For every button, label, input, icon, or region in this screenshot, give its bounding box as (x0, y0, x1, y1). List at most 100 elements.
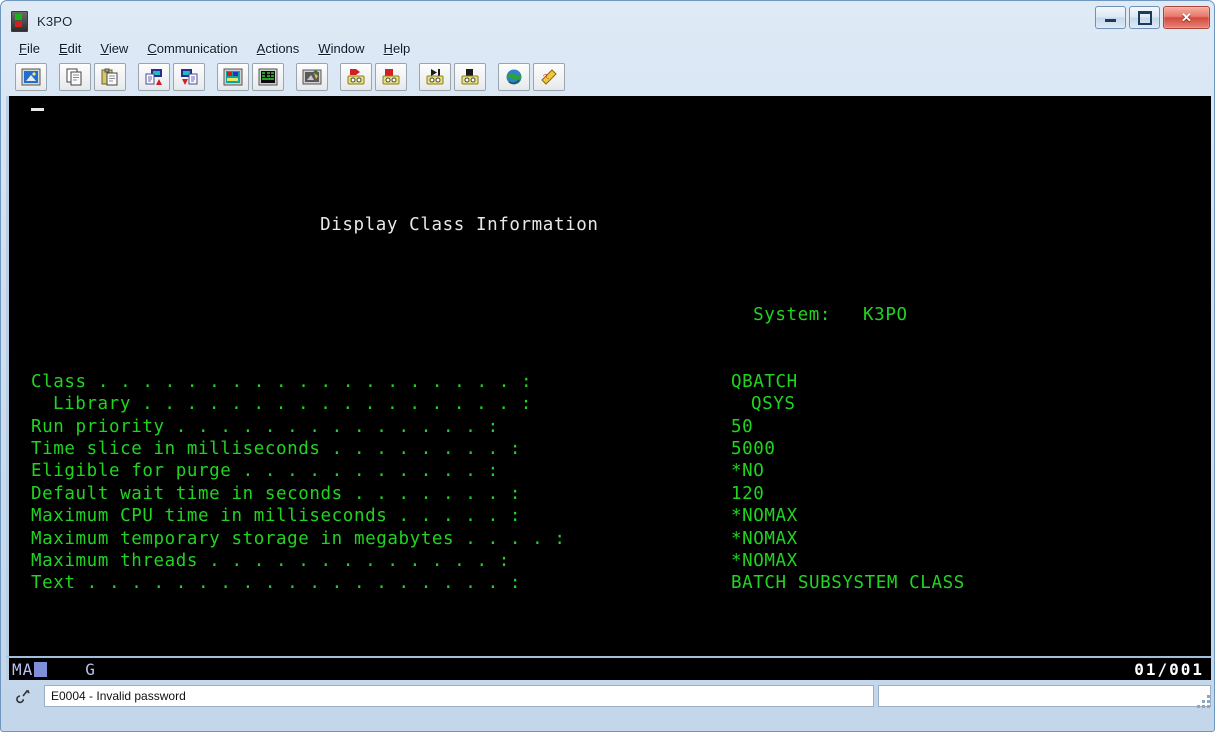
menu-bar: File Edit View Communication Actions Win… (6, 36, 1211, 60)
page-title: Display Class Information (320, 215, 599, 236)
window-title: K3PO (37, 13, 73, 29)
field-leader: . . . . : (454, 528, 566, 549)
toolbar-group-filetransfer (138, 63, 205, 91)
toolbar: ? (6, 60, 1211, 94)
copy-icon (66, 68, 82, 86)
field-leader: . . . . . . . . . . . . . . . . . . . : (75, 573, 521, 594)
field-leader: . . . . . . . . : (320, 439, 521, 460)
system-row: System: K3PO (9, 281, 1211, 325)
class-info-row: Eligible for purge . . . . . . . . . . .… (9, 460, 1211, 482)
oia-mode-indicator: MA (12, 659, 34, 679)
field-value: 120 (731, 483, 765, 504)
close-button[interactable]: ✕ (1163, 6, 1210, 29)
field-value: *NO (731, 461, 765, 482)
cursor-position-indicator: 01/001 (1134, 659, 1204, 679)
send-file-icon-button[interactable] (138, 63, 170, 91)
field-leader: . . . . . . . . . . . . . . . . . : (130, 394, 532, 415)
operator-information-area: MA G 01/001 (6, 656, 1211, 680)
toolbar-group-record (340, 63, 407, 91)
status-extra-field (878, 685, 1211, 707)
field-value: *NOMAX (731, 528, 798, 549)
field-value: QSYS (751, 394, 796, 415)
maximize-button[interactable] (1129, 6, 1160, 29)
field-value: 5000 (731, 439, 776, 460)
field-label: Maximum temporary storage in megabytes (31, 528, 455, 549)
field-label: Text (31, 573, 76, 594)
field-label: Maximum threads (31, 550, 199, 571)
keyboard-setup-icon (258, 68, 278, 86)
status-bar: E0004 - Invalid password (6, 683, 1211, 709)
paste-icon-button[interactable] (94, 63, 126, 91)
globe-icon-button[interactable] (498, 63, 530, 91)
stop-macro-icon (461, 69, 479, 85)
resize-grip[interactable] (1196, 694, 1210, 708)
terminal-session-icon (11, 10, 28, 32)
receive-file-icon-button[interactable] (173, 63, 205, 91)
menu-item-actions[interactable]: Actions (257, 41, 300, 56)
field-label: Library (53, 394, 131, 415)
print-screen-icon (302, 69, 322, 85)
print-screen-icon-button[interactable] (296, 63, 328, 91)
window-controls: ✕ (1095, 6, 1210, 29)
field-label: Maximum CPU time in milliseconds (31, 506, 388, 527)
field-label: Class (31, 371, 87, 392)
menu-item-communication[interactable]: Communication (147, 41, 237, 56)
field-leader: . . . . . . . : (342, 483, 521, 504)
copy-icon-button[interactable] (59, 63, 91, 91)
play-macro-icon (426, 69, 444, 85)
oia-left-group: MA G (9, 660, 96, 679)
maximize-icon (1137, 10, 1152, 25)
help-icon-button[interactable]: ? (533, 63, 565, 91)
display-screen-icon (21, 68, 41, 86)
record-stop-icon-button[interactable] (375, 63, 407, 91)
toolbar-group-help: ? (498, 63, 565, 91)
status-message: E0004 - Invalid password (44, 685, 874, 707)
field-value: 50 (731, 416, 754, 437)
display-setup-icon-button[interactable] (217, 63, 249, 91)
toolbar-group-setup (217, 63, 284, 91)
oia-connection-indicator: G (85, 659, 96, 679)
globe-icon (506, 69, 522, 85)
menu-item-file[interactable]: File (19, 41, 40, 56)
receive-file-icon (181, 69, 198, 85)
toolbar-group-display (15, 63, 47, 91)
field-leader: . . . . . . . . . . . . . . . . . . . : (86, 371, 533, 392)
menu-item-edit[interactable]: Edit (59, 41, 81, 56)
field-value: BATCH SUBSYSTEM CLASS (731, 573, 965, 594)
connection-unlocked-icon[interactable] (6, 685, 40, 707)
menu-item-help[interactable]: Help (384, 41, 411, 56)
field-leader: . . . . . . . . . . . . . : (198, 550, 510, 571)
terminal-emulator-window: K3PO ✕ File Edit View Communication Acti… (0, 0, 1215, 732)
oia-cursor-block (34, 661, 48, 677)
class-info-field-list: Class . . . . . . . . . . . . . . . . . … (9, 371, 1211, 595)
class-info-row: Text . . . . . . . . . . . . . . . . . .… (9, 572, 1211, 594)
class-info-row: Maximum CPU time in milliseconds . . . .… (9, 505, 1211, 527)
display-setup-icon (223, 68, 243, 86)
stop-macro-icon-button[interactable] (454, 63, 486, 91)
play-macro-icon-button[interactable] (419, 63, 451, 91)
field-label: Run priority (31, 416, 165, 437)
toolbar-group-clipboard (59, 63, 126, 91)
display-screen-icon-button[interactable] (15, 63, 47, 91)
keyboard-setup-icon-button[interactable] (252, 63, 284, 91)
close-icon: ✕ (1181, 9, 1192, 25)
class-info-row: Default wait time in seconds . . . . . .… (9, 483, 1211, 505)
menu-item-window[interactable]: Window (318, 41, 364, 56)
menu-item-view[interactable]: View (100, 41, 128, 56)
field-leader: . . . . . : (387, 506, 521, 527)
record-stop-icon (382, 69, 400, 85)
screen-title-row: Display Class Information (9, 192, 1211, 235)
field-label: Time slice in milliseconds (31, 439, 321, 460)
terminal-cursor (31, 108, 44, 111)
record-start-icon (347, 69, 365, 85)
minimize-button[interactable] (1095, 6, 1126, 29)
class-info-row: Maximum temporary storage in megabytes .… (9, 528, 1211, 550)
class-info-row: Library . . . . . . . . . . . . . . . . … (9, 393, 1211, 415)
field-label: Eligible for purge (31, 461, 232, 482)
record-start-icon-button[interactable] (340, 63, 372, 91)
terminal-screen[interactable]: Display Class Information System: K3PO Cl… (6, 96, 1211, 656)
field-leader: . . . . . . . . . . . . . . : (164, 416, 499, 437)
class-info-row: Time slice in milliseconds . . . . . . .… (9, 438, 1211, 460)
class-info-row: Run priority . . . . . . . . . . . . . .… (9, 416, 1211, 438)
toolbar-group-playback (419, 63, 486, 91)
